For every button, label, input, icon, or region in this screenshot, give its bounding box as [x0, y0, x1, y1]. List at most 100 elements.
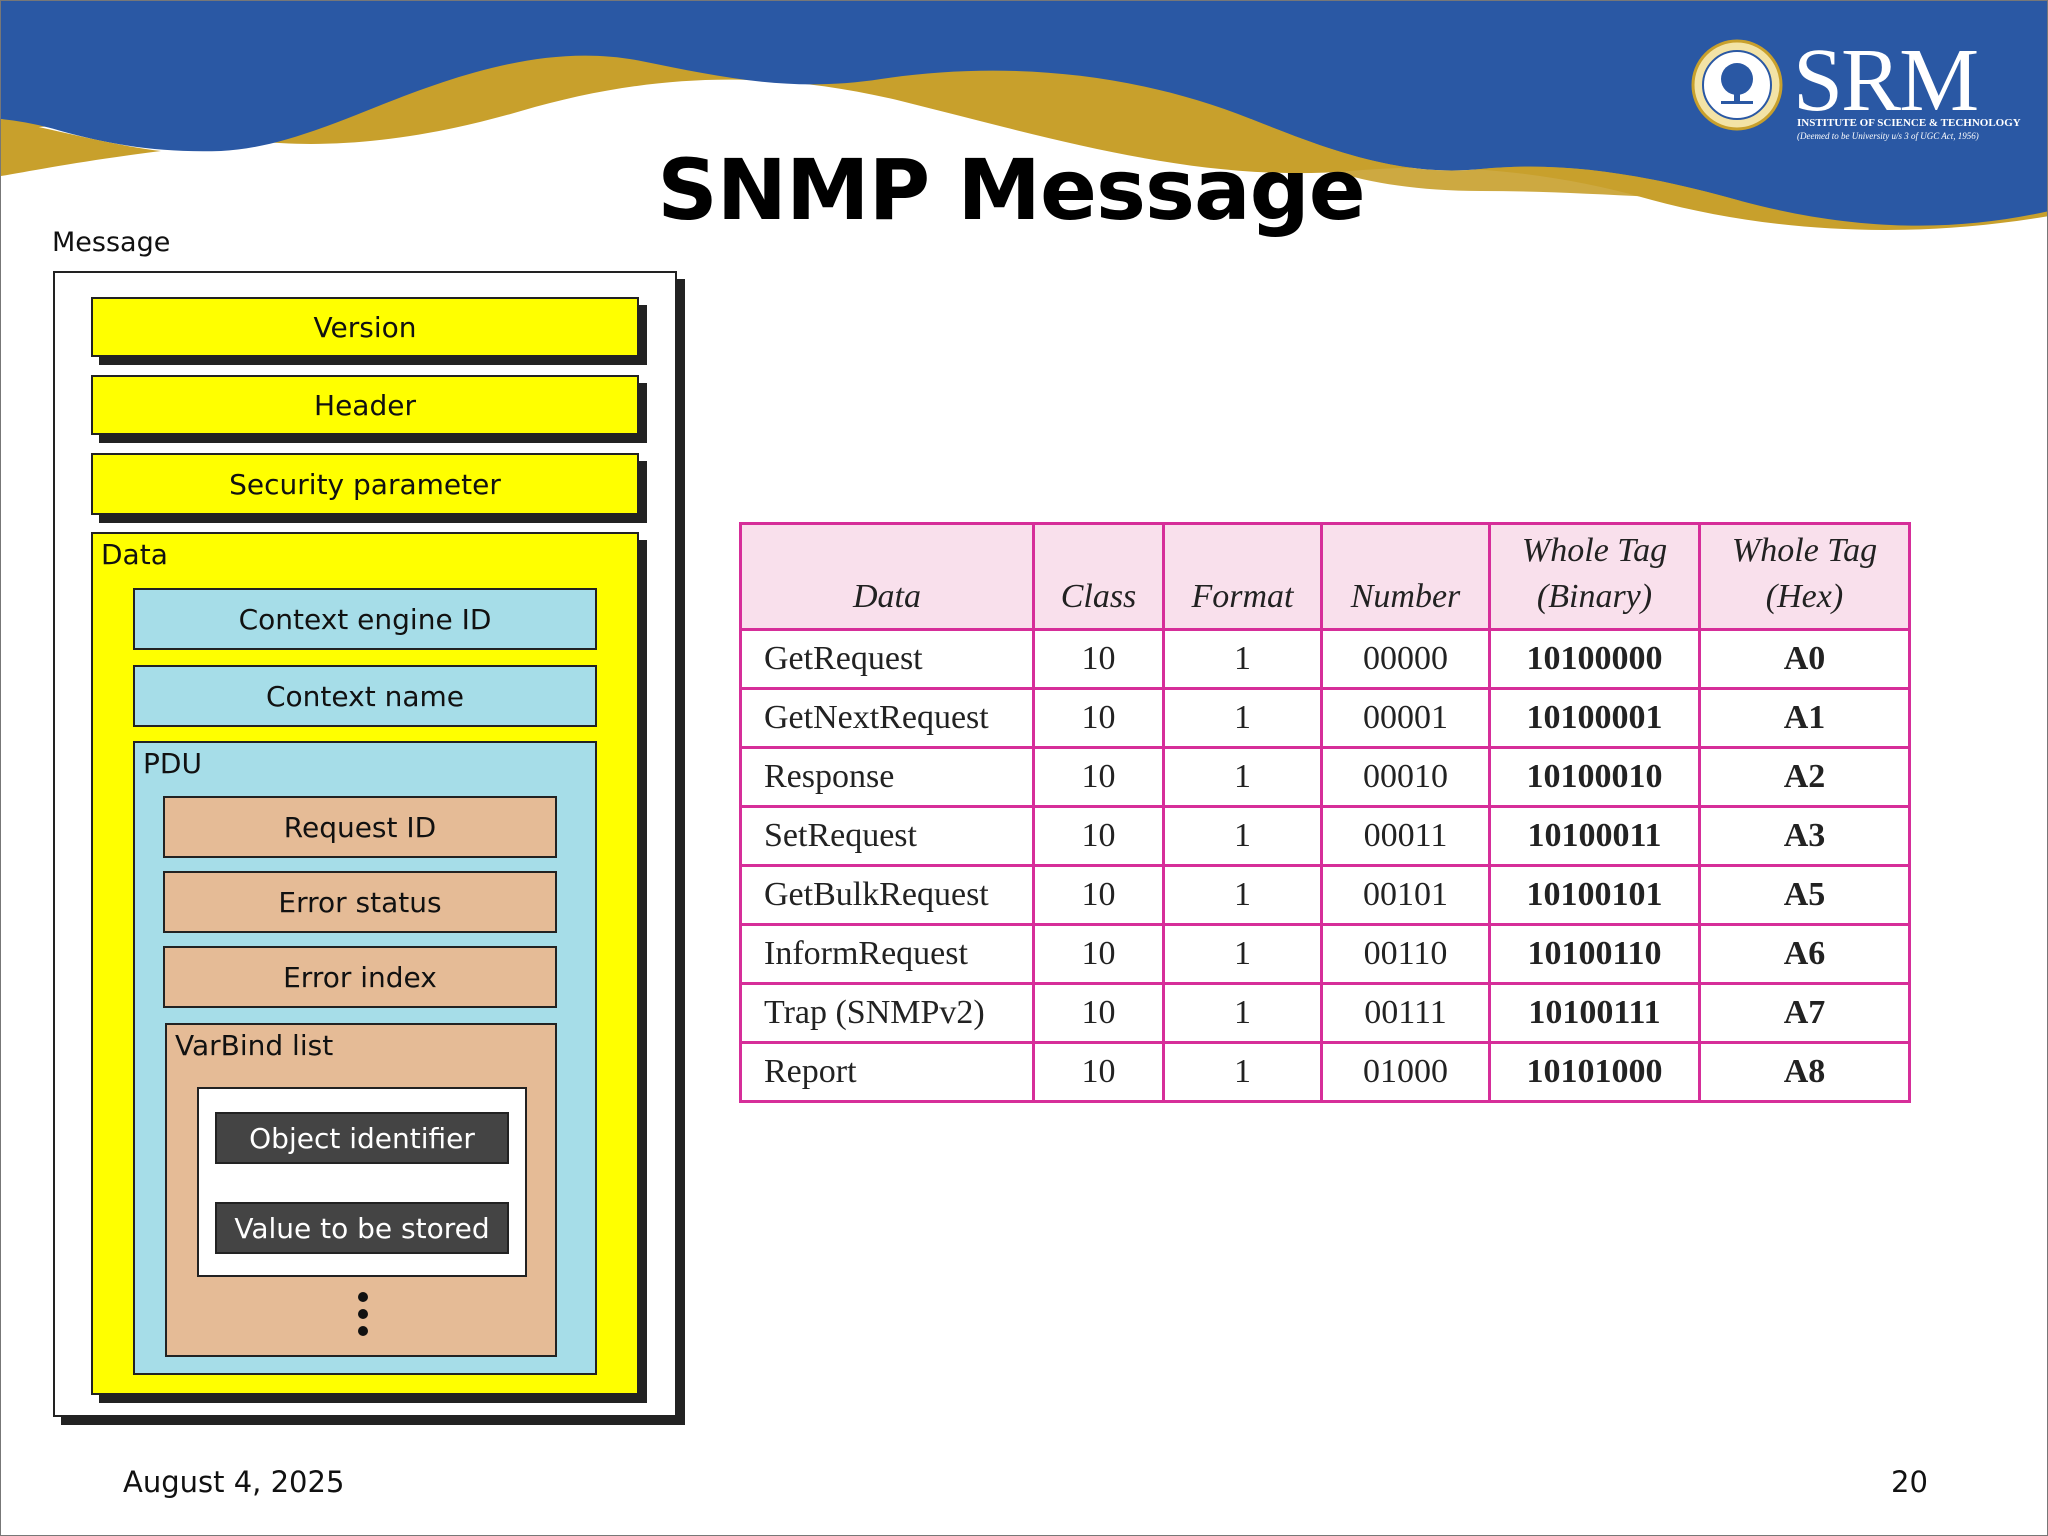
- table-cell: 10100110: [1488, 923, 1701, 985]
- header-line: Whole Tag: [1731, 532, 1878, 569]
- table-header-class: Class: [1032, 522, 1165, 631]
- table-cell: GetNextRequest: [739, 687, 1035, 749]
- table-row: GetBulkRequest 10 1 00101 10100101 A5: [739, 864, 1911, 926]
- table-cell: 10100000: [1488, 628, 1701, 690]
- slide-title: SNMP Message: [657, 141, 1366, 239]
- table-cell: 01000: [1320, 1041, 1491, 1103]
- ellipsis-icon: [358, 1292, 368, 1336]
- table-cell: 10: [1032, 864, 1165, 926]
- table-row: InformRequest 10 1 00110 10100110 A6: [739, 923, 1911, 985]
- table-cell: 1: [1162, 746, 1323, 808]
- table-cell: 1: [1162, 805, 1323, 867]
- context-engine-id-label: Context engine ID: [238, 602, 492, 636]
- table-cell: Report: [739, 1041, 1035, 1103]
- table-row: GetNextRequest 10 1 00001 10100001 A1: [739, 687, 1911, 749]
- table-cell: 1: [1162, 1041, 1323, 1103]
- table-cell: 00011: [1320, 805, 1491, 867]
- table-header-whole-tag-binary: Whole Tag (Binary): [1488, 522, 1701, 631]
- table-cell: 1: [1162, 687, 1323, 749]
- table-cell: 10100010: [1488, 746, 1701, 808]
- table-header-format: Format: [1162, 522, 1323, 631]
- table-cell: 1: [1162, 982, 1323, 1044]
- snmp-tag-table: Data Class Format Number Whole Tag (Binar…: [739, 522, 1911, 1103]
- logo-tagline: (Deemed to be University u/s 3 of UGC Ac…: [1797, 131, 1979, 141]
- table-header-row: Data Class Format Number Whole Tag (Binar…: [739, 522, 1911, 631]
- table-cell: 10: [1032, 1041, 1165, 1103]
- error-index-field: Error index: [163, 946, 557, 1008]
- table-cell: 00110: [1320, 923, 1491, 985]
- table-row: Response 10 1 00010 10100010 A2: [739, 746, 1911, 808]
- university-seal-icon: [1691, 39, 1783, 131]
- context-engine-id-field: Context engine ID: [133, 588, 597, 650]
- table-cell: A1: [1698, 687, 1911, 749]
- security-parameter-field: Security parameter: [91, 453, 639, 515]
- object-identifier-field: Object identifier: [215, 1112, 509, 1164]
- header-line: (Hex): [1765, 578, 1844, 615]
- table-cell: 10100111: [1488, 982, 1701, 1044]
- table-cell: 00010: [1320, 746, 1491, 808]
- varbind-list-label: VarBind list: [175, 1029, 334, 1062]
- slide: SRM INSTITUTE OF SCIENCE & TECHNOLOGY (D…: [0, 0, 2048, 1536]
- table-cell: 10: [1032, 746, 1165, 808]
- table-cell: 1: [1162, 923, 1323, 985]
- object-identifier-label: Object identifier: [249, 1121, 475, 1155]
- table-header-whole-tag-hex: Whole Tag (Hex): [1698, 522, 1911, 631]
- context-name-label: Context name: [266, 679, 464, 713]
- table-cell: 1: [1162, 628, 1323, 690]
- security-parameter-label: Security parameter: [229, 467, 501, 501]
- table-cell: 00001: [1320, 687, 1491, 749]
- context-name-field: Context name: [133, 665, 597, 727]
- version-label: Version: [313, 310, 417, 344]
- pdu-label: PDU: [143, 747, 202, 780]
- table-cell: A7: [1698, 982, 1911, 1044]
- table-cell: 10: [1032, 982, 1165, 1044]
- table-header-number: Number: [1320, 522, 1491, 631]
- table-row: GetRequest 10 1 00000 10100000 A0: [739, 628, 1911, 690]
- header-line: Whole Tag: [1521, 532, 1668, 569]
- table-row: SetRequest 10 1 00011 10100011 A3: [739, 805, 1911, 867]
- header-label: Header: [314, 388, 416, 422]
- table-cell: A6: [1698, 923, 1911, 985]
- table-cell: A0: [1698, 628, 1911, 690]
- value-to-be-stored-label: Value to be stored: [234, 1211, 490, 1245]
- header-line: (Binary): [1536, 578, 1653, 615]
- request-id-field: Request ID: [163, 796, 557, 858]
- table-cell: 00101: [1320, 864, 1491, 926]
- version-field: Version: [91, 297, 639, 357]
- request-id-label: Request ID: [283, 810, 437, 844]
- table-cell: Response: [739, 746, 1035, 808]
- value-to-be-stored-field: Value to be stored: [215, 1202, 509, 1254]
- table-cell: A3: [1698, 805, 1911, 867]
- table-row: Trap (SNMPv2) 10 1 00111 10100111 A7: [739, 982, 1911, 1044]
- table-cell: 10: [1032, 628, 1165, 690]
- footer-date: August 4, 2025: [123, 1465, 345, 1499]
- table-cell: 10: [1032, 923, 1165, 985]
- table-cell: Trap (SNMPv2): [739, 982, 1035, 1044]
- table-cell: 00000: [1320, 628, 1491, 690]
- table-cell: 10: [1032, 805, 1165, 867]
- table-cell: A8: [1698, 1041, 1911, 1103]
- header-field: Header: [91, 375, 639, 435]
- error-status-field: Error status: [163, 871, 557, 933]
- table-cell: 10100101: [1488, 864, 1701, 926]
- page-number: 20: [1891, 1465, 1928, 1499]
- table-cell: A5: [1698, 864, 1911, 926]
- error-index-label: Error index: [283, 960, 437, 994]
- data-section-label: Data: [101, 538, 168, 571]
- table-cell: SetRequest: [739, 805, 1035, 867]
- table-cell: InformRequest: [739, 923, 1035, 985]
- table-cell: GetBulkRequest: [739, 864, 1035, 926]
- table-cell: GetRequest: [739, 628, 1035, 690]
- table-cell: 10100001: [1488, 687, 1701, 749]
- srm-logo: SRM INSTITUTE OF SCIENCE & TECHNOLOGY (D…: [1691, 31, 2021, 155]
- table-cell: 10101000: [1488, 1041, 1701, 1103]
- table-cell: 10: [1032, 687, 1165, 749]
- table-body: GetRequest 10 1 00000 10100000 A0 GetNex…: [739, 628, 1911, 1103]
- table-row: Report 10 1 01000 10101000 A8: [739, 1041, 1911, 1103]
- table-cell: 00111: [1320, 982, 1491, 1044]
- table-header-data: Data: [739, 522, 1035, 631]
- message-label: Message: [52, 227, 171, 258]
- error-status-label: Error status: [278, 885, 442, 919]
- table-cell: 1: [1162, 864, 1323, 926]
- table-cell: 10100011: [1488, 805, 1701, 867]
